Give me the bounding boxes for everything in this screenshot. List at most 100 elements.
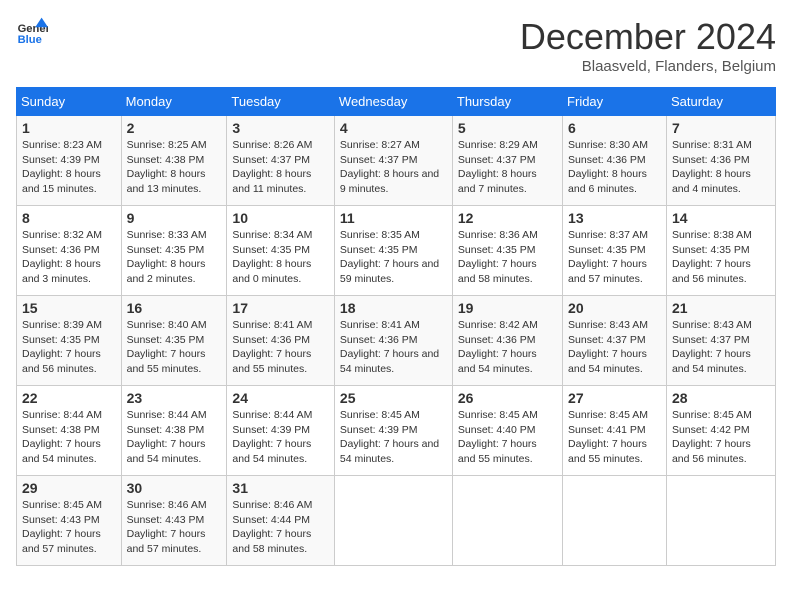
calendar-cell: 12 Sunrise: 8:36 AM Sunset: 4:35 PM Dayl…	[452, 206, 562, 296]
day-info: Sunrise: 8:27 AM Sunset: 4:37 PM Dayligh…	[340, 138, 447, 197]
calendar-cell: 26 Sunrise: 8:45 AM Sunset: 4:40 PM Dayl…	[452, 386, 562, 476]
header-row: SundayMondayTuesdayWednesdayThursdayFrid…	[17, 88, 776, 116]
day-number: 16	[127, 300, 222, 316]
calendar-week-row: 15 Sunrise: 8:39 AM Sunset: 4:35 PM Dayl…	[17, 296, 776, 386]
day-number: 19	[458, 300, 557, 316]
calendar-week-row: 8 Sunrise: 8:32 AM Sunset: 4:36 PM Dayli…	[17, 206, 776, 296]
day-number: 15	[22, 300, 116, 316]
day-info: Sunrise: 8:44 AM Sunset: 4:39 PM Dayligh…	[232, 408, 329, 467]
day-info: Sunrise: 8:36 AM Sunset: 4:35 PM Dayligh…	[458, 228, 557, 287]
day-of-week-header: Thursday	[452, 88, 562, 116]
day-info: Sunrise: 8:44 AM Sunset: 4:38 PM Dayligh…	[127, 408, 222, 467]
calendar-cell: 2 Sunrise: 8:25 AM Sunset: 4:38 PM Dayli…	[121, 116, 227, 206]
svg-text:Blue: Blue	[18, 34, 42, 46]
title-area: December 2024 Blaasveld, Flanders, Belgi…	[520, 16, 776, 75]
header: General Blue December 2024 Blaasveld, Fl…	[16, 16, 776, 75]
calendar-cell: 8 Sunrise: 8:32 AM Sunset: 4:36 PM Dayli…	[17, 206, 122, 296]
day-number: 20	[568, 300, 661, 316]
calendar-cell: 24 Sunrise: 8:44 AM Sunset: 4:39 PM Dayl…	[227, 386, 335, 476]
calendar-cell: 10 Sunrise: 8:34 AM Sunset: 4:35 PM Dayl…	[227, 206, 335, 296]
day-info: Sunrise: 8:31 AM Sunset: 4:36 PM Dayligh…	[672, 138, 770, 197]
day-number: 1	[22, 120, 116, 136]
calendar-cell: 4 Sunrise: 8:27 AM Sunset: 4:37 PM Dayli…	[334, 116, 452, 206]
day-number: 7	[672, 120, 770, 136]
calendar-cell: 9 Sunrise: 8:33 AM Sunset: 4:35 PM Dayli…	[121, 206, 227, 296]
logo: General Blue	[16, 16, 48, 48]
day-info: Sunrise: 8:37 AM Sunset: 4:35 PM Dayligh…	[568, 228, 661, 287]
day-info: Sunrise: 8:40 AM Sunset: 4:35 PM Dayligh…	[127, 318, 222, 377]
calendar-cell	[452, 476, 562, 566]
calendar-cell: 29 Sunrise: 8:45 AM Sunset: 4:43 PM Dayl…	[17, 476, 122, 566]
day-info: Sunrise: 8:41 AM Sunset: 4:36 PM Dayligh…	[232, 318, 329, 377]
day-number: 11	[340, 210, 447, 226]
day-number: 6	[568, 120, 661, 136]
calendar-subtitle: Blaasveld, Flanders, Belgium	[520, 58, 776, 75]
calendar-cell: 15 Sunrise: 8:39 AM Sunset: 4:35 PM Dayl…	[17, 296, 122, 386]
calendar-week-row: 22 Sunrise: 8:44 AM Sunset: 4:38 PM Dayl…	[17, 386, 776, 476]
calendar-cell: 27 Sunrise: 8:45 AM Sunset: 4:41 PM Dayl…	[563, 386, 667, 476]
calendar-cell: 18 Sunrise: 8:41 AM Sunset: 4:36 PM Dayl…	[334, 296, 452, 386]
day-number: 12	[458, 210, 557, 226]
day-info: Sunrise: 8:45 AM Sunset: 4:40 PM Dayligh…	[458, 408, 557, 467]
calendar-cell: 16 Sunrise: 8:40 AM Sunset: 4:35 PM Dayl…	[121, 296, 227, 386]
calendar-cell: 11 Sunrise: 8:35 AM Sunset: 4:35 PM Dayl…	[334, 206, 452, 296]
day-info: Sunrise: 8:25 AM Sunset: 4:38 PM Dayligh…	[127, 138, 222, 197]
calendar-cell: 14 Sunrise: 8:38 AM Sunset: 4:35 PM Dayl…	[666, 206, 775, 296]
calendar-cell: 25 Sunrise: 8:45 AM Sunset: 4:39 PM Dayl…	[334, 386, 452, 476]
day-info: Sunrise: 8:26 AM Sunset: 4:37 PM Dayligh…	[232, 138, 329, 197]
day-info: Sunrise: 8:46 AM Sunset: 4:43 PM Dayligh…	[127, 498, 222, 557]
day-number: 25	[340, 390, 447, 406]
day-number: 24	[232, 390, 329, 406]
day-of-week-header: Sunday	[17, 88, 122, 116]
day-info: Sunrise: 8:45 AM Sunset: 4:42 PM Dayligh…	[672, 408, 770, 467]
day-number: 31	[232, 480, 329, 496]
calendar-cell: 30 Sunrise: 8:46 AM Sunset: 4:43 PM Dayl…	[121, 476, 227, 566]
calendar-cell: 6 Sunrise: 8:30 AM Sunset: 4:36 PM Dayli…	[563, 116, 667, 206]
day-number: 8	[22, 210, 116, 226]
day-info: Sunrise: 8:32 AM Sunset: 4:36 PM Dayligh…	[22, 228, 116, 287]
calendar-cell	[666, 476, 775, 566]
day-number: 2	[127, 120, 222, 136]
day-info: Sunrise: 8:43 AM Sunset: 4:37 PM Dayligh…	[568, 318, 661, 377]
day-number: 27	[568, 390, 661, 406]
day-number: 30	[127, 480, 222, 496]
day-number: 29	[22, 480, 116, 496]
calendar-cell	[563, 476, 667, 566]
calendar-cell: 7 Sunrise: 8:31 AM Sunset: 4:36 PM Dayli…	[666, 116, 775, 206]
calendar-week-row: 29 Sunrise: 8:45 AM Sunset: 4:43 PM Dayl…	[17, 476, 776, 566]
day-number: 22	[22, 390, 116, 406]
calendar-cell: 20 Sunrise: 8:43 AM Sunset: 4:37 PM Dayl…	[563, 296, 667, 386]
calendar-cell: 13 Sunrise: 8:37 AM Sunset: 4:35 PM Dayl…	[563, 206, 667, 296]
day-number: 28	[672, 390, 770, 406]
day-info: Sunrise: 8:38 AM Sunset: 4:35 PM Dayligh…	[672, 228, 770, 287]
day-of-week-header: Friday	[563, 88, 667, 116]
day-info: Sunrise: 8:42 AM Sunset: 4:36 PM Dayligh…	[458, 318, 557, 377]
day-number: 18	[340, 300, 447, 316]
calendar-cell: 23 Sunrise: 8:44 AM Sunset: 4:38 PM Dayl…	[121, 386, 227, 476]
day-info: Sunrise: 8:34 AM Sunset: 4:35 PM Dayligh…	[232, 228, 329, 287]
day-number: 14	[672, 210, 770, 226]
day-number: 13	[568, 210, 661, 226]
calendar-cell	[334, 476, 452, 566]
day-number: 9	[127, 210, 222, 226]
day-info: Sunrise: 8:43 AM Sunset: 4:37 PM Dayligh…	[672, 318, 770, 377]
calendar-cell: 17 Sunrise: 8:41 AM Sunset: 4:36 PM Dayl…	[227, 296, 335, 386]
day-of-week-header: Tuesday	[227, 88, 335, 116]
day-info: Sunrise: 8:44 AM Sunset: 4:38 PM Dayligh…	[22, 408, 116, 467]
day-info: Sunrise: 8:30 AM Sunset: 4:36 PM Dayligh…	[568, 138, 661, 197]
calendar-cell: 19 Sunrise: 8:42 AM Sunset: 4:36 PM Dayl…	[452, 296, 562, 386]
day-number: 5	[458, 120, 557, 136]
day-info: Sunrise: 8:29 AM Sunset: 4:37 PM Dayligh…	[458, 138, 557, 197]
calendar-table: SundayMondayTuesdayWednesdayThursdayFrid…	[16, 87, 776, 566]
calendar-cell: 22 Sunrise: 8:44 AM Sunset: 4:38 PM Dayl…	[17, 386, 122, 476]
logo-icon: General Blue	[16, 16, 48, 48]
calendar-week-row: 1 Sunrise: 8:23 AM Sunset: 4:39 PM Dayli…	[17, 116, 776, 206]
day-info: Sunrise: 8:41 AM Sunset: 4:36 PM Dayligh…	[340, 318, 447, 377]
day-info: Sunrise: 8:23 AM Sunset: 4:39 PM Dayligh…	[22, 138, 116, 197]
day-number: 21	[672, 300, 770, 316]
day-of-week-header: Monday	[121, 88, 227, 116]
day-info: Sunrise: 8:46 AM Sunset: 4:44 PM Dayligh…	[232, 498, 329, 557]
day-info: Sunrise: 8:39 AM Sunset: 4:35 PM Dayligh…	[22, 318, 116, 377]
day-number: 3	[232, 120, 329, 136]
day-number: 23	[127, 390, 222, 406]
